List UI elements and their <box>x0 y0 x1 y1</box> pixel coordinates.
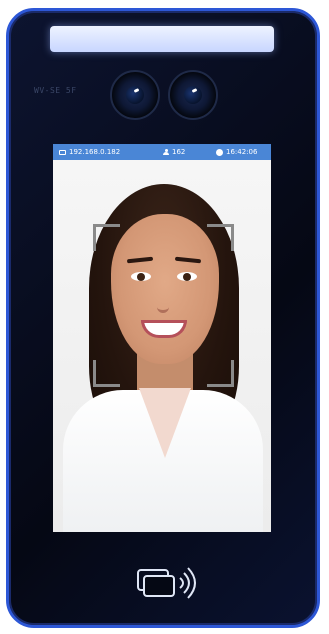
camera-lens-right <box>168 70 218 120</box>
face-frame-corner-top-right <box>207 224 234 251</box>
face-frame-corner-top-left <box>93 224 120 251</box>
ip-status: 192.168.0.182 <box>59 144 120 160</box>
user-count-status: 162 <box>163 144 185 160</box>
face-frame-corner-bottom-right <box>207 360 234 387</box>
model-label: WV-SE 5F <box>34 86 77 95</box>
time-status: 16:42:06 <box>216 144 257 160</box>
display-screen: 192.168.0.182 162 16:42:06 <box>53 144 271 532</box>
status-bar: 192.168.0.182 162 16:42:06 <box>53 144 271 160</box>
current-time: 16:42:06 <box>226 148 258 156</box>
person-icon <box>163 149 169 155</box>
nfc-card-icon[interactable] <box>134 558 204 608</box>
clock-icon <box>216 148 223 156</box>
monitor-icon <box>59 149 66 155</box>
face-frame-corner-bottom-left <box>93 360 120 387</box>
fill-light-bar <box>50 26 274 52</box>
user-count: 162 <box>172 148 186 156</box>
camera-lens-left <box>110 70 160 120</box>
camera-preview <box>53 160 271 532</box>
ip-address: 192.168.0.182 <box>69 148 121 156</box>
